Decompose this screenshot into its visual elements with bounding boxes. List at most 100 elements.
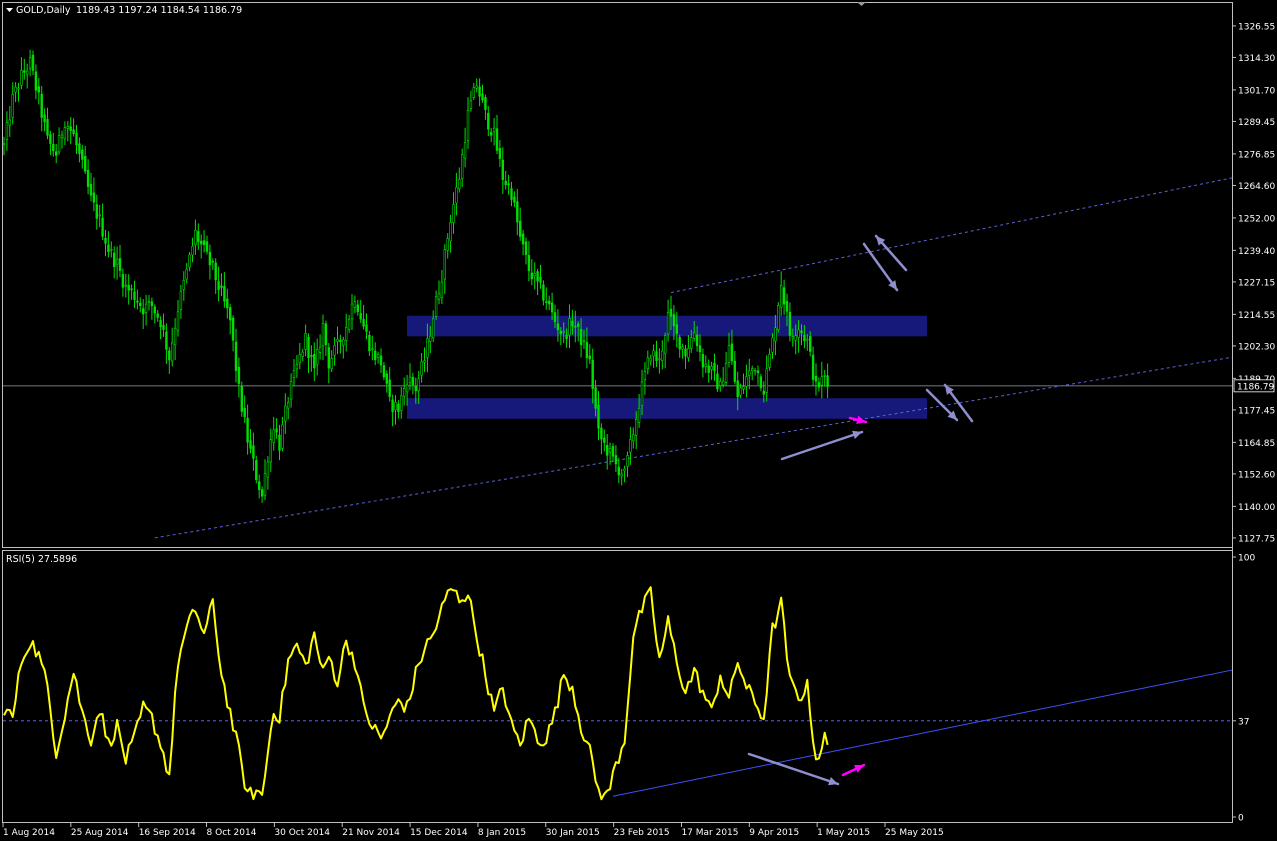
price-tick-label: 1140.00 (1238, 503, 1275, 513)
rsi-series-layer (3, 586, 1233, 801)
candle-body (446, 238, 449, 251)
candle-body (733, 360, 737, 382)
chart-shift-marker-icon[interactable] (857, 2, 866, 6)
candle (507, 174, 510, 195)
candle (547, 295, 551, 311)
candle-body (17, 87, 20, 90)
candle-body (226, 298, 229, 309)
candle (127, 274, 130, 305)
candle (733, 350, 737, 385)
candle-body (507, 183, 510, 186)
candle (443, 244, 446, 295)
candle (371, 335, 374, 361)
candle (179, 284, 183, 319)
candle-body (75, 133, 78, 146)
candle (344, 313, 348, 352)
candle (469, 90, 473, 112)
candle (156, 310, 159, 322)
candle (716, 364, 719, 392)
candle-body (646, 357, 650, 369)
candle-body (269, 439, 272, 463)
candle (463, 127, 467, 168)
candle (52, 132, 55, 157)
candle-series (2, 49, 829, 503)
candle (605, 433, 609, 470)
axis-labels: 1326.55 1314.30 1301.70 1289.45 1276.85 1264.… (2, 22, 1275, 838)
time-tick-label: 30 Jan 2015 (546, 828, 600, 838)
candle (614, 445, 618, 472)
time-tick-label: 8 Jan 2015 (478, 828, 526, 838)
price-tick-label: 1202.30 (1238, 342, 1275, 352)
candle (147, 294, 151, 311)
candle-body (666, 312, 670, 335)
candle-body (202, 240, 206, 246)
candle-body (701, 354, 705, 368)
candle (452, 192, 455, 234)
candle (373, 342, 377, 366)
candle (217, 266, 220, 302)
candle (255, 455, 258, 484)
candle-body (376, 354, 380, 358)
candle (440, 269, 444, 305)
candle (237, 357, 241, 398)
candle-body (237, 366, 241, 384)
candle-body (286, 401, 290, 409)
candle (226, 288, 229, 319)
candle-body (690, 337, 693, 349)
candle-body (608, 448, 612, 453)
candle (286, 397, 290, 420)
candle (81, 144, 84, 169)
candle (188, 251, 191, 272)
candle (431, 310, 435, 343)
candle-body (118, 258, 122, 271)
candle-body (266, 461, 270, 478)
candle-body (304, 333, 307, 350)
candle (284, 393, 287, 434)
candle (139, 297, 142, 313)
candle-body (692, 332, 696, 339)
candle (304, 324, 307, 357)
candle (356, 299, 359, 316)
collapse-triangle-icon[interactable] (6, 8, 13, 12)
candle-body (559, 330, 563, 335)
candle-body (687, 348, 690, 359)
candle-body (200, 240, 203, 245)
candle (144, 294, 148, 326)
candle (487, 106, 490, 137)
candle-body (353, 301, 357, 308)
candle (748, 358, 751, 390)
candle-body (307, 337, 310, 359)
candle-body (49, 134, 52, 144)
candle-body (153, 306, 156, 314)
time-tick-label: 17 Mar 2015 (681, 828, 738, 838)
candle-body (632, 434, 635, 442)
candle-body (182, 280, 185, 290)
rsi-title: RSI(5) 27.5896 (6, 554, 77, 565)
candle (191, 237, 194, 263)
candle (113, 246, 116, 279)
candle (678, 334, 681, 358)
candle (400, 387, 403, 419)
candle (176, 299, 180, 337)
candle-body (663, 335, 667, 354)
candle (449, 214, 452, 253)
arrow-shaft (747, 752, 840, 786)
candle (89, 172, 93, 202)
candle-body (443, 249, 446, 280)
candle (397, 400, 400, 419)
candle-body (359, 313, 362, 320)
candle (504, 170, 507, 190)
candle (475, 78, 478, 93)
candle-body (574, 325, 577, 328)
candle-body (794, 335, 797, 341)
candle-body (229, 307, 232, 321)
candle (321, 314, 325, 361)
candle-body (373, 350, 377, 360)
main-drawings (3, 177, 1233, 539)
candle (23, 58, 26, 80)
candle (307, 333, 310, 373)
candle (223, 272, 226, 308)
candle-body (791, 336, 795, 339)
candle (330, 350, 333, 373)
candle (777, 302, 780, 333)
